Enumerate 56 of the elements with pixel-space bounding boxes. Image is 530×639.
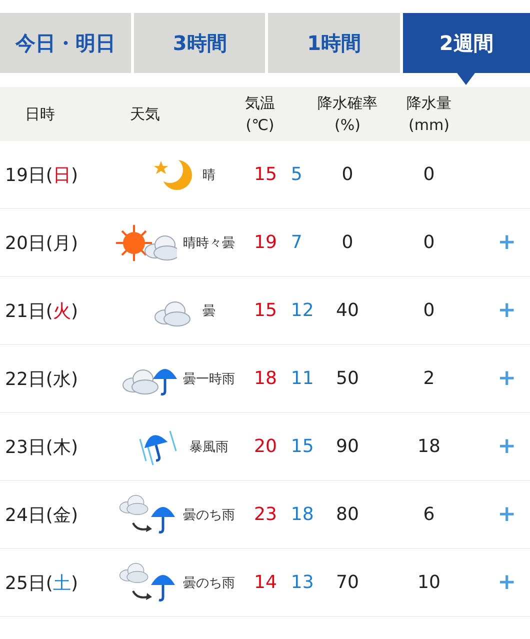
rain-amount: 10: [416, 572, 442, 593]
low-temperature: 5: [290, 164, 302, 185]
low-temperature: 15: [290, 436, 314, 457]
date-label: 22日(水): [4, 368, 79, 390]
expand-button[interactable]: +: [498, 570, 516, 595]
high-temperature: 20: [254, 436, 277, 457]
rain-chance: 0: [340, 232, 354, 253]
high-temperature: 14: [254, 572, 277, 593]
rain-chance: 50: [335, 368, 360, 389]
column-header: 天気: [130, 104, 160, 125]
tab[interactable]: 3時間: [134, 13, 266, 73]
date-label: 24日(金): [4, 504, 79, 526]
rain-amount: 0: [422, 300, 436, 321]
rain-amount: 18: [416, 436, 442, 457]
date-label: 19日(日): [4, 164, 79, 186]
date-label: 23日(木): [4, 436, 79, 458]
date-label: 25日(土): [4, 572, 79, 594]
tab[interactable]: 1時間: [268, 13, 400, 73]
weather-label: 暴風雨: [190, 438, 228, 456]
low-temperature: 11: [290, 368, 314, 389]
expand-button[interactable]: +: [498, 502, 516, 527]
rain-chance: 0: [340, 164, 354, 185]
low-temperature: 13: [290, 572, 314, 593]
column-header: 降水確率 (%): [318, 92, 378, 136]
expand-button[interactable]: +: [498, 230, 516, 255]
rain-amount: 2: [422, 368, 436, 389]
low-temperature: 7: [290, 232, 302, 253]
rain-chance: 70: [335, 572, 360, 593]
rain-amount: 6: [422, 504, 436, 525]
high-temperature: 19: [254, 232, 277, 253]
expand-button[interactable]: +: [498, 298, 516, 323]
date-label: 20日(月): [4, 232, 79, 254]
high-temperature: 18: [254, 368, 277, 389]
weather-label: 曇のち雨: [183, 506, 235, 524]
weather-label: 曇のち雨: [183, 574, 235, 592]
low-temperature: 18: [290, 504, 314, 525]
rain-amount: 0: [422, 232, 436, 253]
column-header: 気温 (℃): [245, 92, 275, 136]
weather-label: 曇: [202, 302, 216, 320]
high-temperature: 23: [254, 504, 277, 525]
rain-chance: 90: [335, 436, 360, 457]
weather-label: 曇一時雨: [183, 370, 235, 388]
high-temperature: 15: [254, 164, 277, 185]
weather-label: 晴: [202, 166, 216, 184]
column-header: 降水量 (mm): [406, 92, 452, 136]
date-label: 21日(火): [4, 300, 79, 322]
weather-label: 晴時々曇: [183, 234, 235, 252]
rain-chance: 40: [335, 300, 360, 321]
high-temperature: 15: [254, 300, 277, 321]
expand-button[interactable]: +: [498, 434, 516, 459]
column-header: 日時: [25, 104, 55, 125]
expand-button[interactable]: +: [498, 366, 516, 391]
tab[interactable]: 今日・明日: [0, 13, 132, 73]
rain-amount: 0: [422, 164, 436, 185]
rain-chance: 80: [335, 504, 360, 525]
low-temperature: 12: [290, 300, 314, 321]
